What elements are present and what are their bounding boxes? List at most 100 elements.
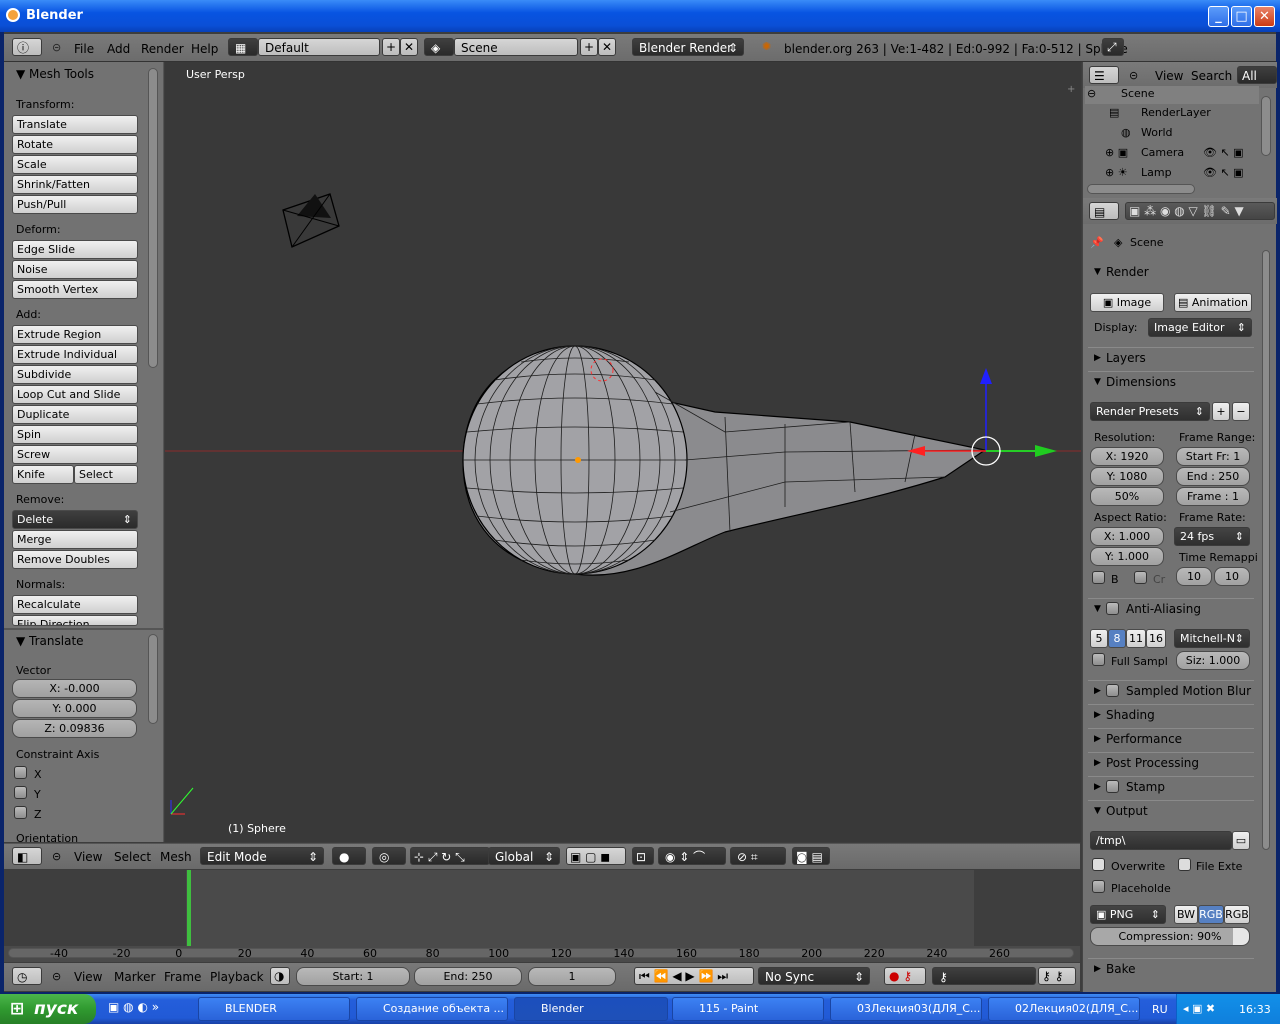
end-frame-prop-field[interactable]: End : 250 xyxy=(1176,467,1250,486)
screen-layout-icon[interactable]: ▦ xyxy=(228,38,258,56)
outliner-hscrollbar[interactable] xyxy=(1087,184,1195,194)
visibility-icons[interactable]: 👁 ↖ ▣ xyxy=(1203,166,1244,179)
rotate-button[interactable]: Rotate xyxy=(12,135,138,154)
collapse-icon[interactable]: ⊝ xyxy=(52,41,61,54)
spin-button[interactable]: Spin xyxy=(12,425,138,444)
expand-icon[interactable]: ⊖ xyxy=(1087,87,1096,100)
context-tabs[interactable]: ▣ ⁂ ◉ ◍ ▽ ⛓ ✎ ▼ xyxy=(1125,202,1275,220)
aa-5-button[interactable]: 5 xyxy=(1090,629,1108,648)
sync-select[interactable]: No Sync ⇕ xyxy=(758,967,870,985)
outliner-row-lamp[interactable]: ⊕ ☀ Lamp 👁 ↖ ▣ xyxy=(1085,164,1259,182)
layers-panel-header[interactable]: ▶ Layers xyxy=(1088,347,1254,369)
minimize-button[interactable]: _ xyxy=(1208,6,1229,27)
post-processing-panel-header[interactable]: ▶ Post Processing xyxy=(1088,752,1254,774)
scene-icon[interactable]: ◈ xyxy=(424,38,454,56)
full-sample-checkbox[interactable] xyxy=(1092,653,1105,666)
operator-scrollbar[interactable] xyxy=(148,634,158,724)
task-blender-window[interactable]: Blender xyxy=(514,997,668,1021)
motion-blur-panel-header[interactable]: ▶ Sampled Motion Blur xyxy=(1088,680,1254,702)
current-frame-field[interactable]: 1 xyxy=(528,967,616,986)
quick-launch-icons[interactable]: ▣ ◍ ◐ » xyxy=(108,1000,159,1014)
current-frame-marker[interactable] xyxy=(187,870,191,946)
motion-blur-checkbox[interactable] xyxy=(1106,684,1119,697)
fullscreen-icon[interactable]: ⤢ xyxy=(1102,38,1124,56)
orientation-select[interactable]: Global ⇕ xyxy=(488,847,560,865)
editor-type-properties-icon[interactable]: ▤ xyxy=(1089,202,1119,220)
mesh-menu[interactable]: Mesh xyxy=(160,850,192,864)
scene-field[interactable]: Scene xyxy=(454,38,578,56)
pivot-select-icon[interactable]: ◎ xyxy=(372,847,406,865)
resolution-x-field[interactable]: X: 1920 xyxy=(1090,447,1164,466)
add-layout-icon[interactable]: + xyxy=(382,38,400,56)
editor-type-timeline-icon[interactable]: ◷ xyxy=(12,967,42,985)
outliner-row-camera[interactable]: ⊕ ▣ Camera 👁 ↖ ▣ xyxy=(1085,144,1259,162)
translate-operator-header[interactable]: ▼ Translate xyxy=(16,634,84,648)
render-animation-button[interactable]: ▤ Animation xyxy=(1174,293,1252,312)
bw-button[interactable]: BW xyxy=(1174,905,1198,924)
scale-button[interactable]: Scale xyxy=(12,155,138,174)
select-menu[interactable]: Select xyxy=(114,850,151,864)
outliner-filter-select[interactable]: All Sce xyxy=(1237,66,1277,84)
vector-x-field[interactable]: X: -0.000 xyxy=(12,679,137,698)
overwrite-checkbox[interactable] xyxy=(1092,858,1105,871)
shading-panel-header[interactable]: ▶ Shading xyxy=(1088,704,1254,726)
keying-set-field[interactable]: ⚷ xyxy=(932,967,1036,985)
aa-filter-select[interactable]: Mitchell-N ⇕ xyxy=(1174,629,1250,648)
manipulator-icons[interactable]: ⊹ ⤢ ↻ ⤡ xyxy=(410,847,490,865)
end-frame-field[interactable]: End: 250 xyxy=(414,967,522,986)
dimensions-panel-header[interactable]: ▼ Dimensions xyxy=(1088,371,1254,393)
display-select[interactable]: Image Editor ⇕ xyxy=(1148,318,1252,337)
performance-panel-header[interactable]: ▶ Performance xyxy=(1088,728,1254,750)
add-scene-icon[interactable]: + xyxy=(580,38,598,56)
start-frame-prop-field[interactable]: Start Fr: 1 xyxy=(1176,447,1250,466)
noise-button[interactable]: Noise xyxy=(12,260,138,279)
timeline-view-menu[interactable]: View xyxy=(74,970,102,984)
keyframe-icons[interactable]: ⚷ ⚷ xyxy=(1038,967,1076,985)
outliner-scrollbar[interactable] xyxy=(1261,96,1271,156)
aa-16-button[interactable]: 16 xyxy=(1146,629,1166,648)
crop-checkbox[interactable] xyxy=(1134,571,1147,584)
shrink-fatten-button[interactable]: Shrink/Fatten xyxy=(12,175,138,194)
menu-file[interactable]: File xyxy=(74,42,94,56)
outliner-row-scene[interactable]: ⊖ Scene xyxy=(1085,86,1259,104)
push-pull-button[interactable]: Push/Pull xyxy=(12,195,138,214)
anti-aliasing-panel-header[interactable]: ▼ Anti-Aliasing xyxy=(1088,598,1254,620)
bake-panel-header[interactable]: ▶ Bake xyxy=(1088,958,1254,980)
translate-button[interactable]: Translate xyxy=(12,115,138,134)
file-format-select[interactable]: ▣ PNG ⇕ xyxy=(1090,905,1166,924)
placeholders-checkbox[interactable] xyxy=(1092,880,1105,893)
pin-icon[interactable]: 📌 xyxy=(1090,236,1104,249)
outliner-row-renderlayer[interactable]: ▤ RenderLayer xyxy=(1085,104,1259,122)
border-checkbox[interactable] xyxy=(1092,571,1105,584)
tray-icons[interactable]: ◂ ▣ ✖ xyxy=(1183,1002,1215,1015)
task-document[interactable]: Создание объекта ... xyxy=(356,997,508,1021)
menu-render[interactable]: Render xyxy=(141,42,184,56)
editor-type-outliner-icon[interactable]: ☰ xyxy=(1089,66,1119,84)
output-panel-header[interactable]: ▼ Output xyxy=(1088,800,1254,822)
close-button[interactable]: ✕ xyxy=(1254,6,1275,27)
snap-icon[interactable]: ⊘ ⌗ xyxy=(730,847,786,865)
subdivide-button[interactable]: Subdivide xyxy=(12,365,138,384)
view-menu[interactable]: View xyxy=(74,850,102,864)
aa-11-button[interactable]: 11 xyxy=(1126,629,1146,648)
remove-doubles-button[interactable]: Remove Doubles xyxy=(12,550,138,569)
render-image-button[interactable]: ▣ Image xyxy=(1090,293,1164,312)
task-lecture-03[interactable]: 03Лекция03(ДЛЯ_С... xyxy=(830,997,982,1021)
viewport-plus-icon[interactable]: + xyxy=(1067,84,1075,95)
stamp-checkbox[interactable] xyxy=(1106,780,1119,793)
extrude-region-button[interactable]: Extrude Region xyxy=(12,325,138,344)
filter-size-field[interactable]: Siz: 1.000 xyxy=(1176,651,1250,670)
language-indicator[interactable]: RU xyxy=(1152,1003,1168,1016)
menu-help[interactable]: Help xyxy=(191,42,218,56)
playback-menu[interactable]: Playback xyxy=(210,970,264,984)
task-blender-folder[interactable]: BLENDER xyxy=(198,997,350,1021)
compression-slider[interactable]: Compression: 90% xyxy=(1090,927,1250,946)
flip-direction-button[interactable]: Flip Direction xyxy=(12,615,138,626)
start-button[interactable]: ⊞ пуск xyxy=(0,994,96,1024)
resolution-y-field[interactable]: Y: 1080 xyxy=(1090,467,1164,486)
outliner-row-world[interactable]: ◍ World xyxy=(1085,124,1259,142)
vector-y-field[interactable]: Y: 0.000 xyxy=(12,699,137,718)
preview-range-icon[interactable]: ◑ xyxy=(270,967,290,985)
aspect-y-field[interactable]: Y: 1.000 xyxy=(1090,547,1164,566)
timeline[interactable]: -40 -20 0 20 40 60 80 100 120 140 160 180 200 220 240 2… xyxy=(4,870,1080,962)
